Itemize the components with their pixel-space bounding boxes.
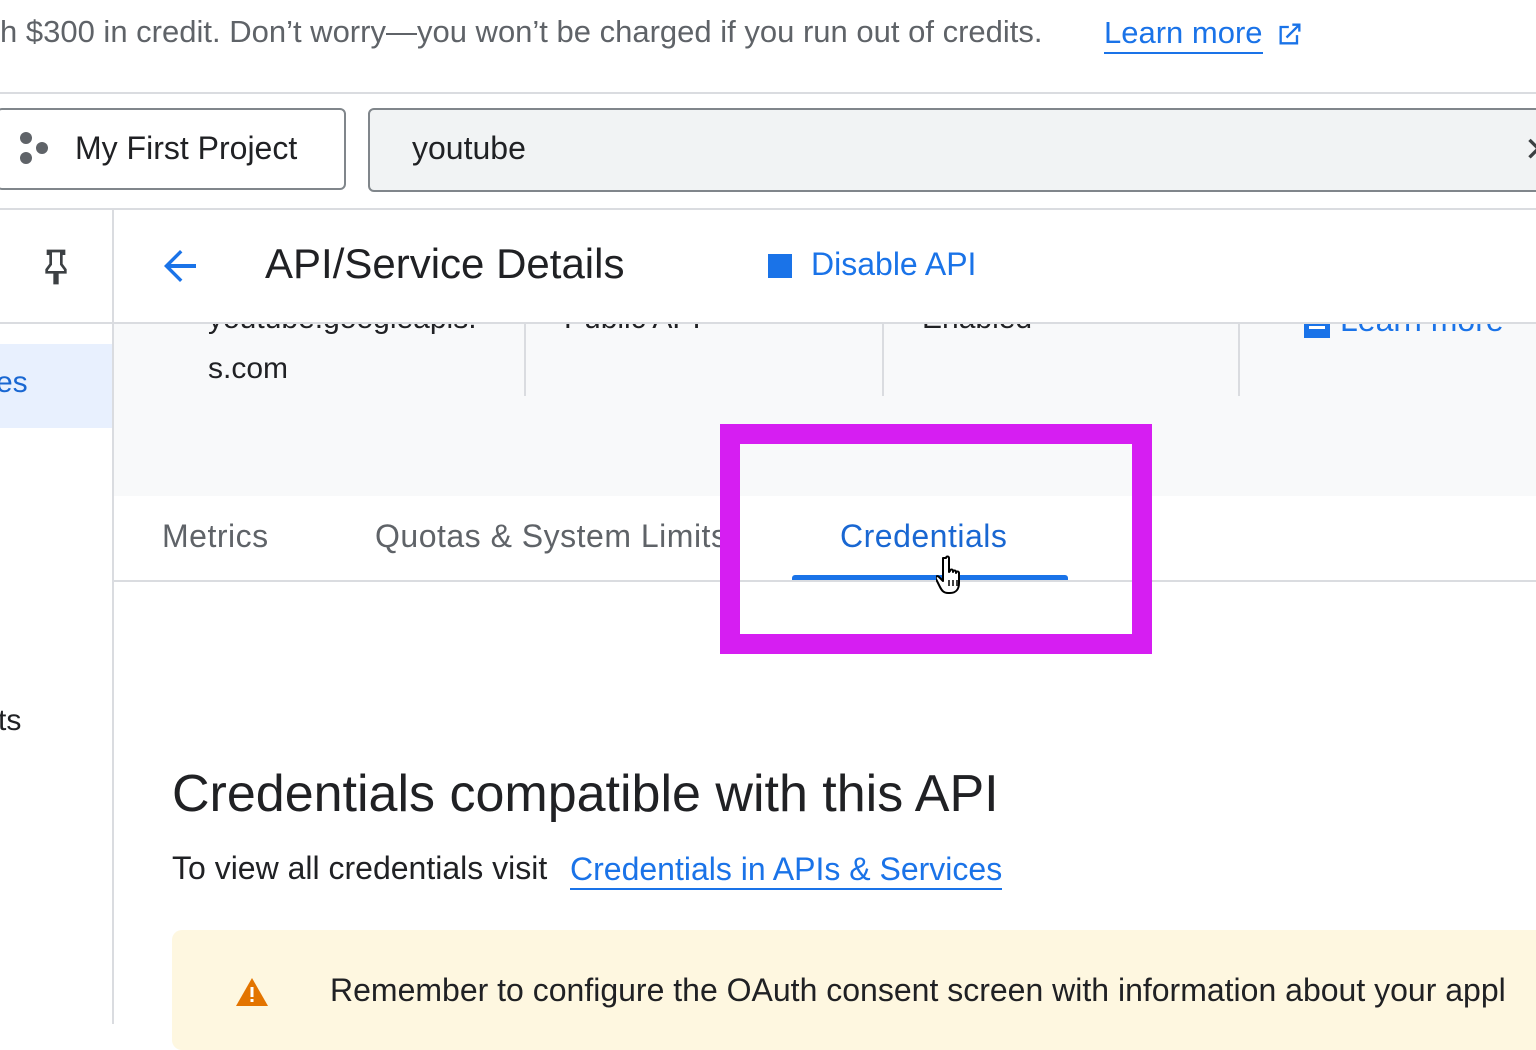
warning-text: Remember to configure the OAuth consent …: [330, 972, 1506, 1008]
arrow-left-icon[interactable]: [156, 242, 204, 290]
warning-triangle-icon: [236, 978, 268, 1006]
sidenav-item-label[interactable]: ts: [0, 704, 21, 738]
tab-metrics[interactable]: Metrics: [162, 518, 269, 555]
sidenav-item-active-label[interactable]: es: [0, 366, 28, 400]
search-input[interactable]: [412, 130, 1412, 167]
side-nav-divider: [0, 322, 112, 324]
tab-quotas[interactable]: Quotas & System Limits: [375, 518, 727, 555]
side-nav: [0, 210, 114, 1024]
page-title: API/Service Details: [265, 240, 625, 287]
highlight-box: [720, 424, 1152, 654]
project-name[interactable]: My First Project: [75, 130, 297, 167]
details-divider: [524, 324, 526, 396]
hand-pointer-icon: [936, 555, 960, 594]
clear-search-icon[interactable]: ✕: [1524, 130, 1536, 170]
section-title: Credentials compatible with this API: [172, 765, 999, 823]
section-subtitle: To view all credentials visit: [172, 850, 548, 886]
service-name-value-line2: s.com: [208, 352, 289, 385]
pin-icon[interactable]: [40, 248, 72, 286]
banner-text: h $300 in credit. Don’t worry—you won’t …: [0, 14, 1043, 49]
disable-api-button[interactable]: Disable API: [811, 246, 976, 283]
details-divider: [1238, 324, 1240, 396]
credentials-link[interactable]: Credentials in APIs & Services: [570, 850, 1003, 890]
banner-learn-more-link[interactable]: Learn more: [1104, 14, 1263, 54]
stop-square-icon[interactable]: [768, 254, 792, 278]
project-hexagon-icon: [20, 132, 48, 164]
external-link-icon[interactable]: [1276, 20, 1304, 48]
details-divider: [882, 324, 884, 396]
